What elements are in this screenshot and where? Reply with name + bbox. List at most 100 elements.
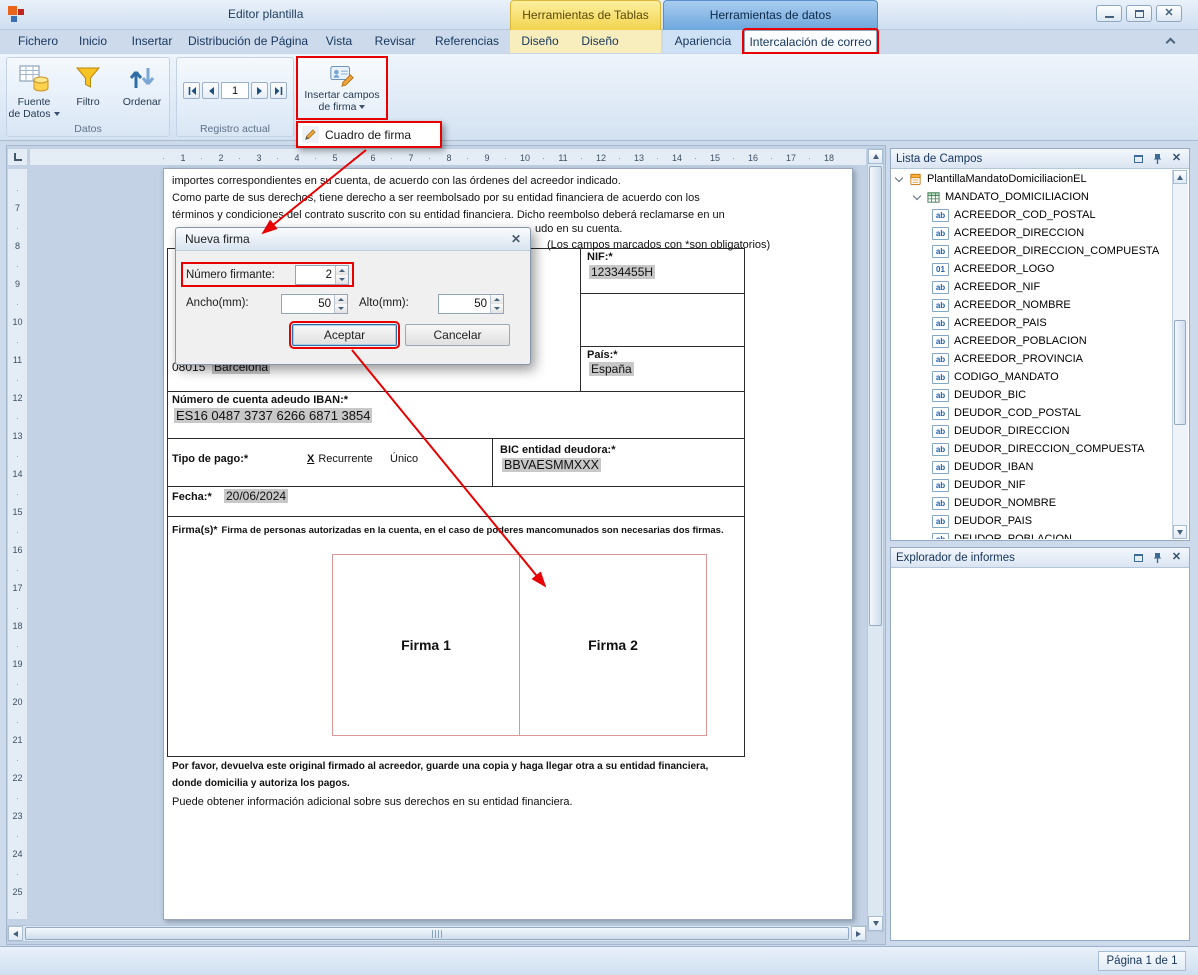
ordenar-button[interactable]: Ordenar <box>115 60 169 120</box>
field-item[interactable]: ab DEUDOR_IBAN <box>892 458 1172 476</box>
tab-diseno-tablas[interactable]: Diseño <box>514 30 566 52</box>
signature-box-2[interactable]: Firma 2 <box>519 554 707 736</box>
field-item[interactable]: 01 ACREEDOR_LOGO <box>892 260 1172 278</box>
panel-pin-button[interactable] <box>1150 152 1165 166</box>
menu-item-cuadro-de-firma[interactable]: Cuadro de firma <box>298 123 440 146</box>
last-record-icon <box>274 86 284 96</box>
maximize-button[interactable] <box>1126 5 1152 22</box>
field-item[interactable]: ab ACREEDOR_DIRECCION <box>892 224 1172 242</box>
tab-inicio[interactable]: Inicio <box>70 30 116 52</box>
current-record-input[interactable]: 1 <box>221 82 249 99</box>
vertical-scroll-thumb[interactable] <box>869 166 882 626</box>
alto-input[interactable]: 50 <box>438 294 504 314</box>
field-name: DEUDOR_POBLACION <box>954 533 1072 539</box>
spin-up-button[interactable] <box>335 295 347 304</box>
tab-intercalacion-de-correo[interactable]: Intercalación de correo <box>744 30 877 52</box>
panel-close-button[interactable]: ✕ <box>1169 551 1184 565</box>
tree-node-table[interactable]: MANDATO_DOMICILIACION <box>892 188 1172 206</box>
document-vertical-scrollbar[interactable] <box>867 148 884 932</box>
scroll-down-arrow[interactable] <box>868 916 883 931</box>
next-record-button[interactable] <box>251 82 268 99</box>
spin-down-button[interactable] <box>336 275 348 284</box>
field-item[interactable]: ab DEUDOR_NOMBRE <box>892 494 1172 512</box>
field-name: ACREEDOR_NOMBRE <box>954 299 1071 311</box>
insertar-campos-de-firma-button[interactable]: Insertar camposde firma <box>296 56 388 120</box>
field-item[interactable]: ab DEUDOR_POBLACION <box>892 530 1172 539</box>
panel-close-button[interactable]: ✕ <box>1169 152 1184 166</box>
field-name: ACREEDOR_LOGO <box>954 263 1054 275</box>
field-item[interactable]: ab DEUDOR_COD_POSTAL <box>892 404 1172 422</box>
ruler-number: 12 <box>582 149 620 166</box>
filtro-button[interactable]: Filtro <box>61 60 115 120</box>
spin-down-button[interactable] <box>491 304 503 313</box>
field-item[interactable]: ab DEUDOR_DIRECCION <box>892 422 1172 440</box>
scroll-up-arrow[interactable] <box>868 149 883 164</box>
field-item[interactable]: ab CODIGO_MANDATO <box>892 368 1172 386</box>
horizontal-scroll-thumb[interactable] <box>25 927 849 940</box>
ruler-number: 18 <box>8 607 27 645</box>
tab-vista[interactable]: Vista <box>316 30 362 52</box>
ruler-number: 8 <box>430 149 468 166</box>
field-item[interactable]: ab ACREEDOR_NOMBRE <box>892 296 1172 314</box>
tab-apariencia[interactable]: Apariencia <box>670 30 736 52</box>
close-button[interactable]: ✕ <box>1156 5 1182 22</box>
field-item[interactable]: ab DEUDOR_BIC <box>892 386 1172 404</box>
signature-box-1[interactable]: Firma 1 <box>332 554 520 736</box>
scroll-down-arrow[interactable] <box>1173 525 1187 539</box>
horizontal-ruler[interactable]: 123456789101112131415161718 <box>29 148 867 166</box>
vertical-ruler[interactable]: 7891011121314151617181920212223242526 <box>7 168 28 920</box>
fields-panel-scrollbar[interactable] <box>1172 170 1188 539</box>
spin-up-button[interactable] <box>336 266 348 275</box>
field-item[interactable]: ab ACREEDOR_COD_POSTAL <box>892 206 1172 224</box>
scroll-left-arrow[interactable] <box>8 926 23 941</box>
scroll-thumb[interactable] <box>1174 320 1186 425</box>
minimize-button[interactable] <box>1096 5 1122 22</box>
field-type-icon: ab <box>932 515 949 528</box>
panel-restore-button[interactable] <box>1131 551 1146 565</box>
spin-down-icon <box>338 307 344 310</box>
fuente-de-datos-button[interactable]: Fuentede Datos <box>7 60 61 120</box>
first-record-button[interactable] <box>183 82 200 99</box>
field-item[interactable]: ab ACREEDOR_POBLACION <box>892 332 1172 350</box>
ruler-number: 11 <box>8 341 27 379</box>
tree-node-root[interactable]: PlantillaMandatoDomiciliacionEL <box>892 170 1172 188</box>
aceptar-button[interactable]: Aceptar <box>292 324 397 346</box>
tab-insertar[interactable]: Insertar <box>124 30 180 52</box>
ruler-number: 24 <box>8 835 27 873</box>
collapse-ribbon-button[interactable] <box>1158 30 1182 52</box>
field-item[interactable]: ab ACREEDOR_DIRECCION_COMPUESTA <box>892 242 1172 260</box>
document-horizontal-scrollbar[interactable] <box>7 925 867 942</box>
spin-down-button[interactable] <box>335 304 347 313</box>
numero-firmante-spinner[interactable] <box>335 266 348 284</box>
field-item[interactable]: ab ACREEDOR_PAIS <box>892 314 1172 332</box>
tab-diseno-tablas-2[interactable]: Diseño <box>574 30 626 52</box>
last-record-button[interactable] <box>270 82 287 99</box>
expander-chevron-icon[interactable] <box>895 173 903 181</box>
alto-spinner[interactable] <box>490 295 503 313</box>
pais-label: País:* <box>587 349 618 361</box>
field-item[interactable]: ab ACREEDOR_PROVINCIA <box>892 350 1172 368</box>
expander-chevron-icon[interactable] <box>913 191 921 199</box>
scroll-up-arrow[interactable] <box>1173 170 1187 184</box>
field-item[interactable]: ab DEUDOR_DIRECCION_COMPUESTA <box>892 440 1172 458</box>
dialog-titlebar[interactable]: Nueva firma ✕ <box>176 228 530 251</box>
panel-pin-button[interactable] <box>1150 551 1165 565</box>
spin-up-button[interactable] <box>491 295 503 304</box>
scroll-right-arrow[interactable] <box>851 926 866 941</box>
field-item[interactable]: ab DEUDOR_PAIS <box>892 512 1172 530</box>
tab-stop-selector[interactable] <box>7 148 28 166</box>
numero-firmante-input[interactable]: 2 <box>295 265 349 285</box>
field-item[interactable]: ab ACREEDOR_NIF <box>892 278 1172 296</box>
group-label-registro-actual: Registro actual <box>177 123 293 135</box>
tab-revisar[interactable]: Revisar <box>368 30 422 52</box>
ancho-spinner[interactable] <box>334 295 347 313</box>
cancelar-button[interactable]: Cancelar <box>405 324 510 346</box>
tab-distribucion-de-pagina[interactable]: Distribución de Página <box>188 30 306 52</box>
dialog-close-button[interactable]: ✕ <box>511 232 521 246</box>
ancho-input[interactable]: 50 <box>281 294 348 314</box>
previous-record-button[interactable] <box>202 82 219 99</box>
tab-fichero[interactable]: Fichero <box>14 30 62 52</box>
field-item[interactable]: ab DEUDOR_NIF <box>892 476 1172 494</box>
panel-restore-button[interactable] <box>1131 152 1146 166</box>
tab-referencias[interactable]: Referencias <box>432 30 502 52</box>
